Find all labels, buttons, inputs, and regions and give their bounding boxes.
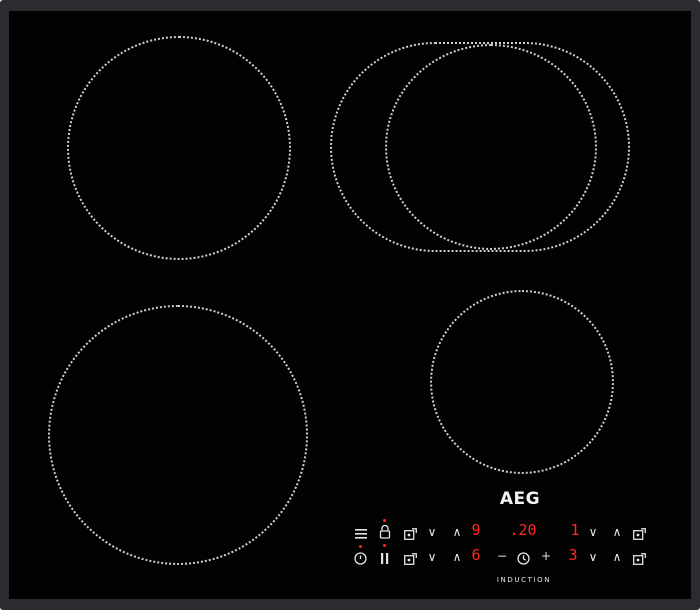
power-indicator-dot bbox=[359, 545, 362, 548]
zone-right-down-button[interactable]: ∨ bbox=[586, 525, 600, 539]
zone-left-up-button[interactable]: ∧ bbox=[450, 550, 464, 564]
lock-icon[interactable] bbox=[379, 524, 391, 543]
timer-plus-button[interactable]: + bbox=[539, 549, 553, 563]
hob2hood-icon[interactable] bbox=[355, 525, 367, 544]
cooking-zone-top-right-inner bbox=[385, 44, 597, 250]
lock-indicator-dot bbox=[383, 519, 386, 522]
zone-left-power-display: 6 bbox=[471, 546, 481, 564]
pause-icon[interactable] bbox=[380, 550, 390, 569]
brand-subtitle: INDUCTION bbox=[496, 576, 552, 584]
timer-minus-button[interactable]: − bbox=[495, 549, 509, 563]
zone-left-up-button[interactable]: ∧ bbox=[450, 525, 464, 539]
cooking-zone-top-left bbox=[67, 36, 291, 260]
cooking-zone-bottom-right bbox=[430, 290, 614, 474]
timer-display: .20 bbox=[509, 521, 537, 539]
zone-select-icon[interactable] bbox=[404, 525, 417, 544]
zone-select-icon[interactable] bbox=[404, 550, 417, 569]
zone-right-power-display: 3 bbox=[568, 546, 578, 564]
zone-right-up-button[interactable]: ∧ bbox=[610, 550, 624, 564]
zone-right-down-button[interactable]: ∨ bbox=[586, 550, 600, 564]
zone-select-icon[interactable] bbox=[633, 550, 646, 569]
brand-logo: AEG bbox=[499, 489, 541, 509]
zone-left-down-button[interactable]: ∨ bbox=[425, 525, 439, 539]
pause-indicator-dot bbox=[383, 544, 386, 547]
power-icon[interactable] bbox=[354, 550, 367, 569]
zone-left-down-button[interactable]: ∨ bbox=[425, 550, 439, 564]
timer-clock-icon[interactable] bbox=[517, 550, 530, 569]
cooking-zone-bottom-left bbox=[48, 305, 308, 565]
zone-left-power-display: 9 bbox=[471, 521, 481, 539]
zone-right-up-button[interactable]: ∧ bbox=[610, 525, 624, 539]
zone-select-icon[interactable] bbox=[633, 525, 646, 544]
zone-right-power-display: 1 bbox=[570, 521, 580, 539]
